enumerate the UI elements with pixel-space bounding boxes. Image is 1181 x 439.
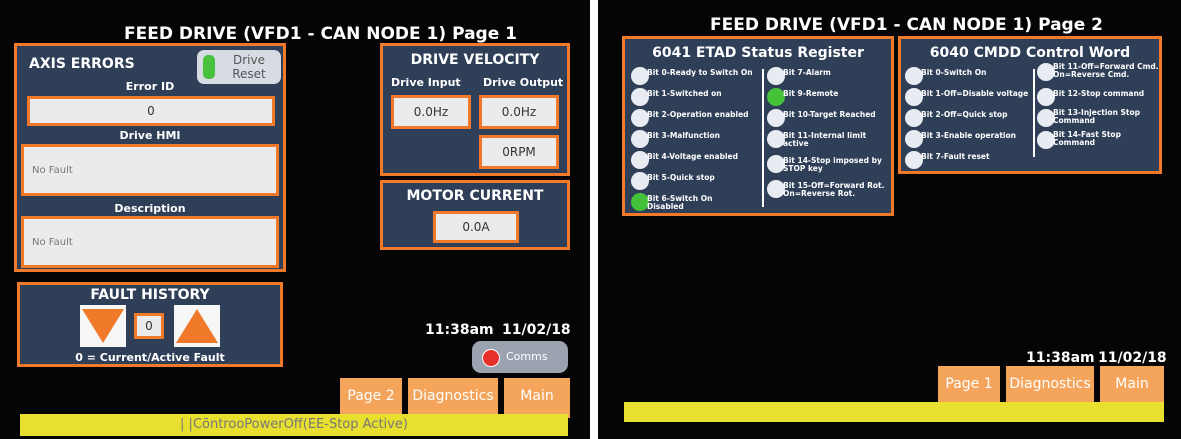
clock-time: 11:38am (1026, 350, 1095, 366)
triangle-up-icon (176, 309, 218, 343)
status-bit-label: Bit 6-Switch On Disabled (647, 194, 713, 211)
status-bit-label: Bit 2-Operation enabled (647, 110, 749, 119)
drive-input-value: 0.0Hz (394, 98, 468, 126)
column-divider (1033, 69, 1035, 157)
page2-button[interactable]: Page 2 (340, 378, 402, 418)
error-id-field: 0 (27, 96, 275, 126)
motor-current-value: 0.0A (436, 214, 516, 240)
comms-label: Comms (506, 350, 548, 363)
status-bit-label: Bit 4-Voltage enabled (647, 152, 738, 161)
control-bit-label: Bit 1-Off=Disable voltage (921, 89, 1029, 98)
status-led-icon (203, 55, 215, 79)
fault-history-heading: FAULT HISTORY (90, 287, 210, 303)
drive-hmi-value: No Fault (24, 147, 276, 193)
drive-output-field: 0.0Hz (479, 95, 559, 129)
description-field: No Fault (21, 216, 279, 268)
status-bar (624, 402, 1164, 422)
control-bit-label: Bit 7-Fault reset (921, 152, 990, 161)
status-bit-label: Bit 0-Ready to Switch On (647, 68, 753, 77)
description-value: No Fault (24, 219, 276, 265)
main-button[interactable]: Main (1100, 366, 1164, 402)
error-id-label: Error ID (125, 80, 175, 93)
clock-date: 11/02/18 (1098, 350, 1167, 366)
status-bit-label: Bit 14-Stop imposed by STOP key (783, 156, 882, 173)
fault-history-panel: FAULT HISTORY 0 0 = Current/Active Fault (17, 282, 283, 367)
status-bit-label: Bit 11-Internal limit active (783, 131, 867, 148)
control-word-heading: 6040 CMDD Control Word (929, 45, 1131, 61)
fault-next-button[interactable] (174, 305, 220, 347)
drive-velocity-heading: DRIVE VELOCITY (410, 52, 540, 68)
motor-current-panel: MOTOR CURRENT 0.0A (380, 180, 570, 250)
diagnostics-button[interactable]: Diagnostics (1006, 366, 1094, 402)
status-bit-label: Bit 3-Malfunction (647, 131, 720, 140)
motor-current-heading: MOTOR CURRENT (406, 188, 544, 204)
drive-output-value: 0.0Hz (482, 98, 556, 126)
axis-errors-heading: AXIS ERRORS (29, 56, 135, 72)
status-register-heading: 6041 ETAD Status Register (652, 45, 864, 61)
column-divider (762, 69, 764, 207)
fault-index-value: 0 (137, 316, 161, 336)
status-bit-label: Bit 15-Off=Forward Rot. On=Reverse Rot. (783, 181, 885, 198)
rpm-value: 0RPM (482, 138, 556, 166)
page1-screen: FEED DRIVE (VFD1 - CAN NODE 1) Page 1 AX… (0, 0, 590, 439)
error-id-value: 0 (30, 99, 272, 123)
drive-velocity-panel: DRIVE VELOCITY Drive Input Drive Output … (380, 43, 570, 176)
page1-button[interactable]: Page 1 (938, 366, 1000, 402)
rpm-field: 0RPM (479, 135, 559, 169)
drive-reset-button[interactable]: Drive Reset (197, 50, 281, 84)
fault-history-note: 0 = Current/Active Fault (75, 351, 225, 364)
control-bit-label: Bit 11-Off=Forward Cmd. On=Reverse Cmd. (1053, 62, 1159, 79)
triangle-down-icon (82, 309, 124, 343)
status-register-panel: 6041 ETAD Status Register Bit 0-Ready to… (622, 36, 894, 216)
drive-input-label: Drive Input (391, 76, 461, 89)
axis-errors-panel: AXIS ERRORS Drive Reset Error ID 0 Drive… (14, 43, 286, 272)
drive-hmi-field: No Fault (21, 144, 279, 196)
clock-date: 11/02/18 (502, 322, 571, 338)
control-bit-label: Bit 2-Off=Quick stop (921, 110, 1008, 119)
control-bit-label: Bit 13-Injection Stop Command (1053, 108, 1141, 125)
fault-prev-button[interactable] (80, 305, 126, 347)
diagnostics-button[interactable]: Diagnostics (408, 378, 498, 418)
control-bit-label: Bit 3-Enable operation (921, 131, 1016, 140)
drive-reset-label: Drive Reset (232, 53, 266, 81)
status-bit-label: Bit 5-Quick stop (647, 173, 715, 182)
clock-time: 11:38am (425, 322, 494, 338)
page-title: FEED DRIVE (VFD1 - CAN NODE 1) Page 1 (124, 24, 517, 44)
status-bit-label: Bit 1-Switched on (647, 89, 722, 98)
fault-index-field: 0 (134, 313, 164, 339)
drive-input-field: 0.0Hz (391, 95, 471, 129)
control-bit-label: Bit 12-Stop command (1053, 89, 1145, 98)
comms-button[interactable]: Comms (472, 341, 568, 373)
status-bit-label: Bit 7-Alarm (783, 68, 831, 77)
description-label: Description (114, 202, 186, 215)
drive-hmi-label: Drive HMI (119, 129, 181, 142)
control-bit-label: Bit 14-Fast Stop Command (1053, 130, 1121, 147)
status-bar: | |CōntrooPowerOff(EE-Stop Active) (20, 414, 568, 436)
control-word-panel: 6040 CMDD Control Word Bit 0-Switch On B… (898, 36, 1162, 174)
page-title: FEED DRIVE (VFD1 - CAN NODE 1) Page 2 (710, 15, 1103, 35)
drive-output-label: Drive Output (483, 76, 564, 89)
status-bit-label: Bit 10-Target Reached (783, 110, 876, 119)
control-bit-label: Bit 0-Switch On (921, 68, 987, 77)
status-bit-label: Bit 9-Remote (783, 89, 839, 98)
main-button[interactable]: Main (504, 378, 570, 418)
page2-screen: FEED DRIVE (VFD1 - CAN NODE 1) Page 2 60… (598, 0, 1181, 439)
motor-current-field: 0.0A (433, 211, 519, 243)
comms-status-led-icon (482, 349, 500, 367)
